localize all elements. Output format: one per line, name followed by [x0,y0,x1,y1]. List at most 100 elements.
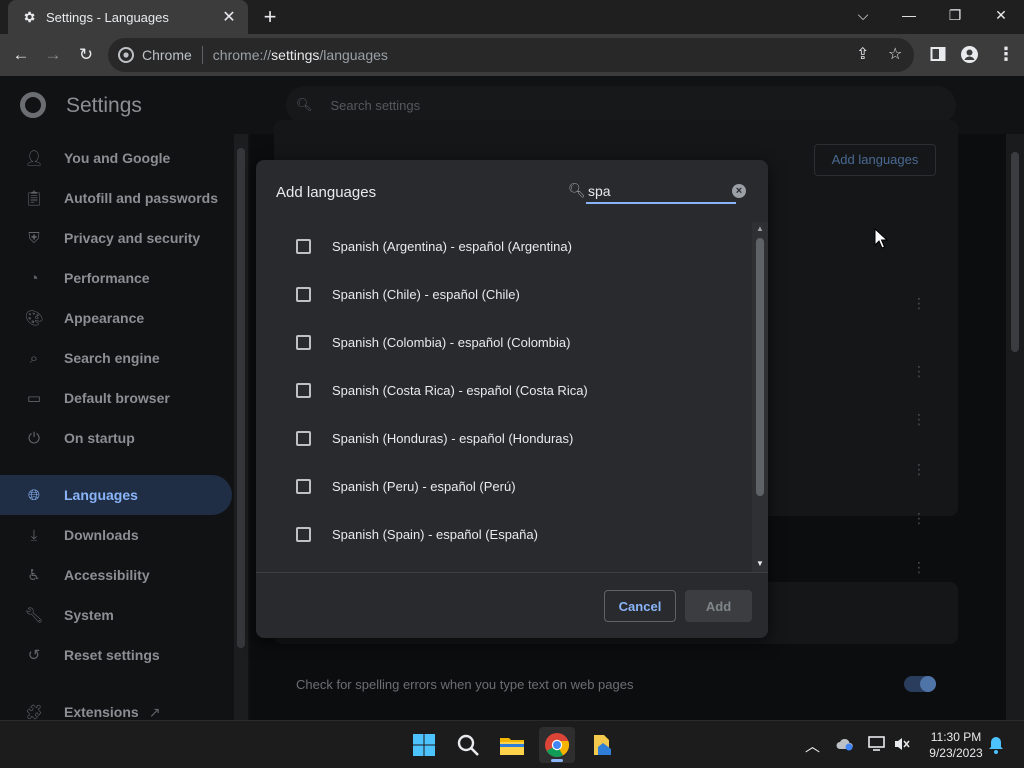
tab-search-chevron-icon[interactable]: ⌵ [840,0,886,30]
sidebar-scrollbar-thumb[interactable] [237,148,245,648]
file-manager-button[interactable] [584,727,620,763]
sidebar-item-on-startup[interactable]: ⏻ On startup [0,418,232,458]
tab-settings-languages[interactable]: Settings - Languages ✕ [8,0,248,34]
language-list: Spanish (Argentina) - español (Argentina… [256,222,752,572]
omnibox[interactable]: Chrome chrome://settings/languages ⇪ ☆ [108,38,914,72]
language-menu-icon[interactable]: ⋮ [912,560,926,574]
chrome-taskbar-button[interactable] [539,727,575,763]
add-button[interactable]: Add [685,590,752,622]
scroll-down-arrow-icon[interactable]: ▼ [756,559,764,568]
language-checkbox[interactable] [296,334,311,350]
sidebar-item-autofill-and-passwords[interactable]: 📋︎ Autofill and passwords [0,178,232,218]
omnibox-url[interactable]: chrome://settings/languages [213,47,388,63]
language-menu-icon[interactable]: ⋮ [912,462,926,476]
back-button[interactable]: ← [8,42,34,68]
sidebar-item-label: System [64,607,114,623]
language-menu-icon[interactable]: ⋮ [912,412,926,426]
language-checkbox[interactable] [296,430,311,446]
bookmark-star-icon[interactable]: ☆ [888,44,902,64]
sidebar-item-default-browser[interactable]: ▭ Default browser [0,378,232,418]
language-checkbox[interactable] [296,286,311,302]
language-label: Spanish (Costa Rica) - español (Costa Ri… [332,382,588,398]
download-icon: ⤓ [30,526,38,544]
language-option[interactable]: Spanish (Colombia) - español (Colombia) [256,318,752,366]
add-languages-dialog: Add languages 🔍︎ × Spanish (Argentina) -… [256,160,768,638]
taskbar-clock[interactable]: 11:30 PM 9/23/2023 [918,729,994,761]
forward-button[interactable]: → [40,42,66,68]
minimize-button[interactable]: — [886,0,932,30]
language-option[interactable]: Spanish (Costa Rica) - español (Costa Ri… [256,366,752,414]
gear-icon [24,11,35,23]
language-search-input[interactable] [586,180,736,204]
show-hidden-icons-chevron-icon[interactable]: ︿ [805,735,820,756]
spell-check-toggle[interactable] [904,676,936,692]
language-label: Spanish (Peru) - español (Perú) [332,478,516,494]
onedrive-cloud-icon[interactable] [836,737,854,751]
globe-icon: 🌐︎ [27,486,40,504]
sidebar-item-performance[interactable]: ◔ Performance [0,258,232,298]
tab-close-icon[interactable]: ✕ [220,7,238,27]
sidebar-item-label: Reset settings [64,647,160,663]
file-explorer-button[interactable] [494,727,530,763]
language-option[interactable]: Spanish (Argentina) - español (Argentina… [256,222,752,270]
language-list-scrollbar[interactable]: ▲ ▼ [752,222,768,572]
palette-icon: 🎨︎ [24,310,44,327]
sidebar-item-system[interactable]: 🔧︎ System [0,595,232,635]
share-icon[interactable]: ⇪ [856,44,869,64]
close-window-button[interactable]: ✕ [978,0,1024,30]
omnibox-chip: Chrome [142,47,192,63]
language-option[interactable]: Spanish (Spain) - español (España) [256,510,752,558]
settings-search-input[interactable]: 🔍︎ Search settings [286,86,956,124]
sidebar-item-accessibility[interactable]: ♿︎ Accessibility [0,555,232,595]
language-checkbox[interactable] [296,238,311,254]
language-label: Spanish (Honduras) - español (Honduras) [332,430,574,446]
language-option[interactable]: Spanish (Chile) - español (Chile) [256,270,752,318]
restore-button[interactable]: ❐ [932,0,978,30]
language-list-scrollbar-thumb[interactable] [756,238,764,496]
sidebar-item-you-and-google[interactable]: 👤︎ You and Google [0,138,232,178]
language-menu-icon[interactable]: ⋮ [912,296,926,310]
language-menu-icon[interactable]: ⋮ [912,511,926,525]
accessibility-icon: ♿︎ [27,567,41,584]
sidebar-scrollbar[interactable] [234,134,248,720]
main-scrollbar[interactable] [1006,134,1024,720]
side-panel-icon[interactable] [930,46,946,62]
url-scheme: chrome:// [212,47,272,63]
sidebar-item-label: On startup [64,430,135,446]
sidebar-item-downloads[interactable]: ⤓ Downloads [0,515,232,555]
tab-strip: Settings - Languages ✕ + ⌵ — ❐ ✕ [0,0,1024,34]
language-option[interactable]: Spanish (Honduras) - español (Honduras) [256,414,752,462]
clear-search-icon[interactable]: × [732,184,746,198]
language-label: Spanish (Argentina) - español (Argentina… [332,238,572,254]
language-checkbox[interactable] [296,478,311,494]
sidebar-item-privacy-and-security[interactable]: ⛨ Privacy and security [0,218,232,258]
notification-bell-icon[interactable] [988,736,1004,754]
start-button[interactable] [406,727,442,763]
main-scrollbar-thumb[interactable] [1011,152,1019,352]
sidebar-item-reset-settings[interactable]: ↺ Reset settings [0,635,232,675]
new-tab-button[interactable]: + [258,4,282,30]
language-menu-icon[interactable]: ⋮ [912,364,926,378]
add-languages-button[interactable]: Add languages [814,144,936,176]
profile-avatar-icon[interactable] [961,46,978,63]
cancel-button[interactable]: Cancel [604,590,676,622]
taskbar-search-button[interactable] [450,727,486,763]
reload-button[interactable]: ↻ [73,42,99,68]
clock-date: 9/23/2023 [929,746,983,760]
search-icon: 🔍︎ [568,182,586,198]
person-icon: 👤︎ [24,150,44,167]
sidebar-item-search-engine[interactable]: ⌕ Search engine [0,338,232,378]
language-checkbox[interactable] [296,526,311,542]
volume-muted-icon[interactable] [894,736,910,752]
scroll-up-arrow-icon[interactable]: ▲ [756,224,764,233]
url-path: /languages [319,47,388,63]
language-option[interactable]: Spanish (Peru) - español (Perú) [256,462,752,510]
omnibox-separator [201,46,203,64]
sidebar-item-label: Privacy and security [64,230,201,246]
language-checkbox[interactable] [296,382,311,398]
sidebar-item-appearance[interactable]: 🎨︎ Appearance [0,298,232,338]
speedometer-icon: ◔ [29,269,39,287]
sidebar-item-languages[interactable]: 🌐︎ Languages [0,475,232,515]
network-monitor-icon[interactable] [868,736,886,752]
menu-kebab-icon[interactable]: ⋮ [997,44,1015,65]
